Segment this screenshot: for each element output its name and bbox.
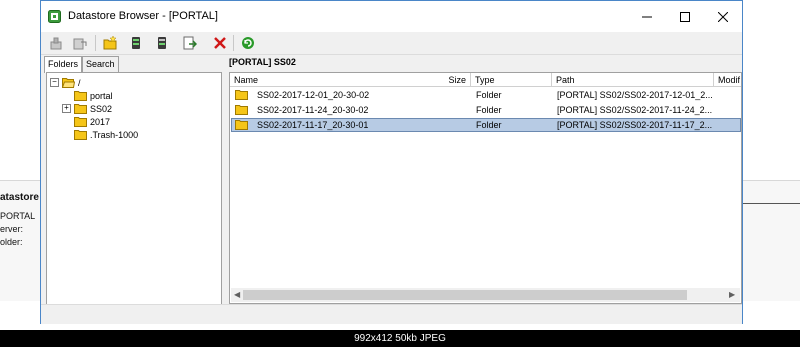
table-row[interactable]: SS02-2017-11-24_20-30-02 Folder [PORTAL]… (231, 103, 741, 117)
cell-path: [PORTAL] SS02/SS02-2017-11-17_2... (557, 120, 713, 130)
folder-icon (74, 117, 87, 127)
expand-icon[interactable]: + (62, 104, 71, 113)
background-label-server: erver: (0, 224, 24, 234)
scroll-right-icon[interactable]: ▶ (729, 290, 735, 300)
folder-icon (235, 120, 248, 130)
close-button[interactable] (704, 1, 742, 32)
download-file-button[interactable] (153, 34, 171, 52)
tree-item-ss02[interactable]: + SS02 (62, 102, 112, 115)
download-button[interactable] (71, 34, 89, 52)
cell-name: SS02-2017-12-01_20-30-02 (257, 90, 370, 100)
cell-path: [PORTAL] SS02/SS02-2017-12-01_2... (557, 90, 713, 100)
tree-item-trash[interactable]: .Trash-1000 (74, 128, 138, 141)
delete-icon (214, 37, 226, 49)
file-list: Name Size Type Path Modif SS02-2017-12-0… (229, 72, 742, 304)
cell-name: SS02-2017-11-17_20-30-01 (257, 120, 369, 130)
upload-file-icon (132, 37, 140, 49)
scrollbar-thumb[interactable] (243, 290, 687, 300)
datastore-app-icon (48, 10, 61, 23)
tab-search[interactable]: Search (82, 56, 119, 72)
minimize-icon (642, 16, 652, 17)
current-path-title: [PORTAL] SS02 (229, 57, 296, 67)
folder-icon (235, 105, 248, 115)
move-icon (183, 36, 197, 50)
window-title: Datastore Browser - [PORTAL] (68, 10, 218, 22)
cell-type: Folder (476, 120, 502, 130)
maximize-icon (680, 11, 690, 22)
cell-type: Folder (476, 105, 502, 115)
folder-tree: − / portal + SS02 2017 .Trash-1000 (46, 72, 222, 306)
column-header-size[interactable]: Size (425, 73, 471, 87)
background-divider (740, 203, 800, 204)
minimize-button[interactable] (628, 1, 666, 32)
datastore-browser-window: Datastore Browser - [PORTAL] Folders Sea… (40, 0, 743, 324)
folder-icon (74, 104, 87, 114)
cell-size (428, 103, 468, 117)
download-file-icon (158, 37, 166, 49)
tree-item-root[interactable]: − / (50, 76, 81, 89)
open-folder-icon (62, 78, 75, 88)
column-header-path[interactable]: Path (552, 73, 714, 87)
image-caption-bar: 992x412 50kb JPEG (0, 330, 800, 347)
image-caption: 992x412 50kb JPEG (354, 333, 446, 344)
tree-label: .Trash-1000 (90, 129, 139, 140)
tree-label: SS02 (90, 103, 113, 114)
refresh-icon (242, 37, 254, 49)
tree-item-2017[interactable]: 2017 (74, 115, 110, 128)
upload-icon (50, 37, 62, 50)
folder-icon (74, 91, 87, 101)
horizontal-scrollbar[interactable]: ◀ ▶ (231, 288, 740, 302)
table-row[interactable]: SS02-2017-12-01_20-30-02 Folder [PORTAL]… (231, 88, 741, 102)
column-header-type[interactable]: Type (471, 73, 552, 87)
column-header-modified[interactable]: Modif (714, 73, 741, 87)
cell-size (428, 88, 468, 102)
status-bar (41, 304, 742, 324)
background-label-portal: PORTAL (0, 211, 36, 221)
upload-file-button[interactable] (127, 34, 145, 52)
tab-folders[interactable]: Folders (44, 56, 83, 73)
collapse-icon[interactable]: − (50, 78, 59, 87)
cell-name: SS02-2017-11-24_20-30-02 (257, 105, 369, 115)
tree-label: / (78, 77, 81, 88)
refresh-button[interactable] (239, 34, 257, 52)
new-folder-button[interactable] (101, 34, 119, 52)
toolbar-separator (95, 35, 96, 51)
upload-button[interactable] (47, 34, 65, 52)
move-button[interactable] (181, 34, 199, 52)
table-row-selected[interactable]: SS02-2017-11-17_20-30-01 Folder [PORTAL]… (231, 118, 741, 132)
close-icon (718, 11, 728, 22)
download-icon (73, 38, 87, 50)
folder-icon (74, 130, 87, 140)
toolbar (41, 32, 742, 55)
tree-label: portal (90, 90, 113, 101)
toolbar-separator (233, 35, 234, 51)
delete-button[interactable] (211, 34, 229, 52)
title-bar[interactable]: Datastore Browser - [PORTAL] (41, 1, 742, 32)
background-label-folder: older: (0, 237, 23, 247)
cell-size (428, 118, 468, 132)
tree-item-portal[interactable]: portal (74, 89, 113, 102)
new-folder-icon (103, 36, 117, 50)
folder-icon (235, 90, 248, 100)
scroll-left-icon[interactable]: ◀ (234, 290, 240, 300)
tree-label: 2017 (90, 116, 111, 127)
cell-type: Folder (476, 90, 502, 100)
cell-path: [PORTAL] SS02/SS02-2017-11-24_2... (557, 105, 713, 115)
maximize-button[interactable] (666, 1, 704, 32)
